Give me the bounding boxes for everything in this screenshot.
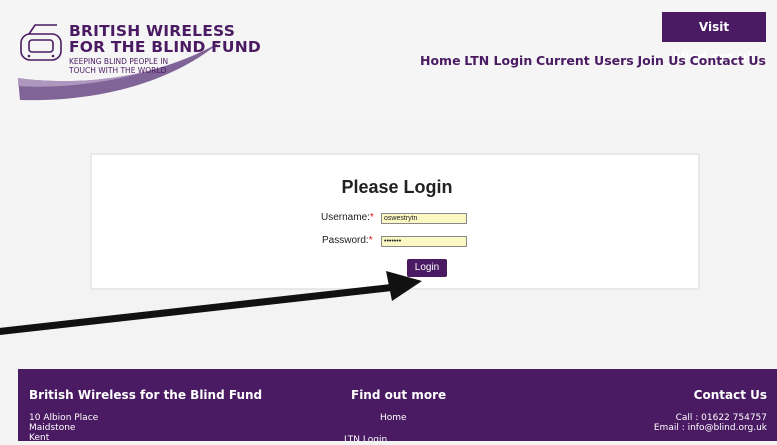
arrow-annotation xyxy=(0,271,422,335)
